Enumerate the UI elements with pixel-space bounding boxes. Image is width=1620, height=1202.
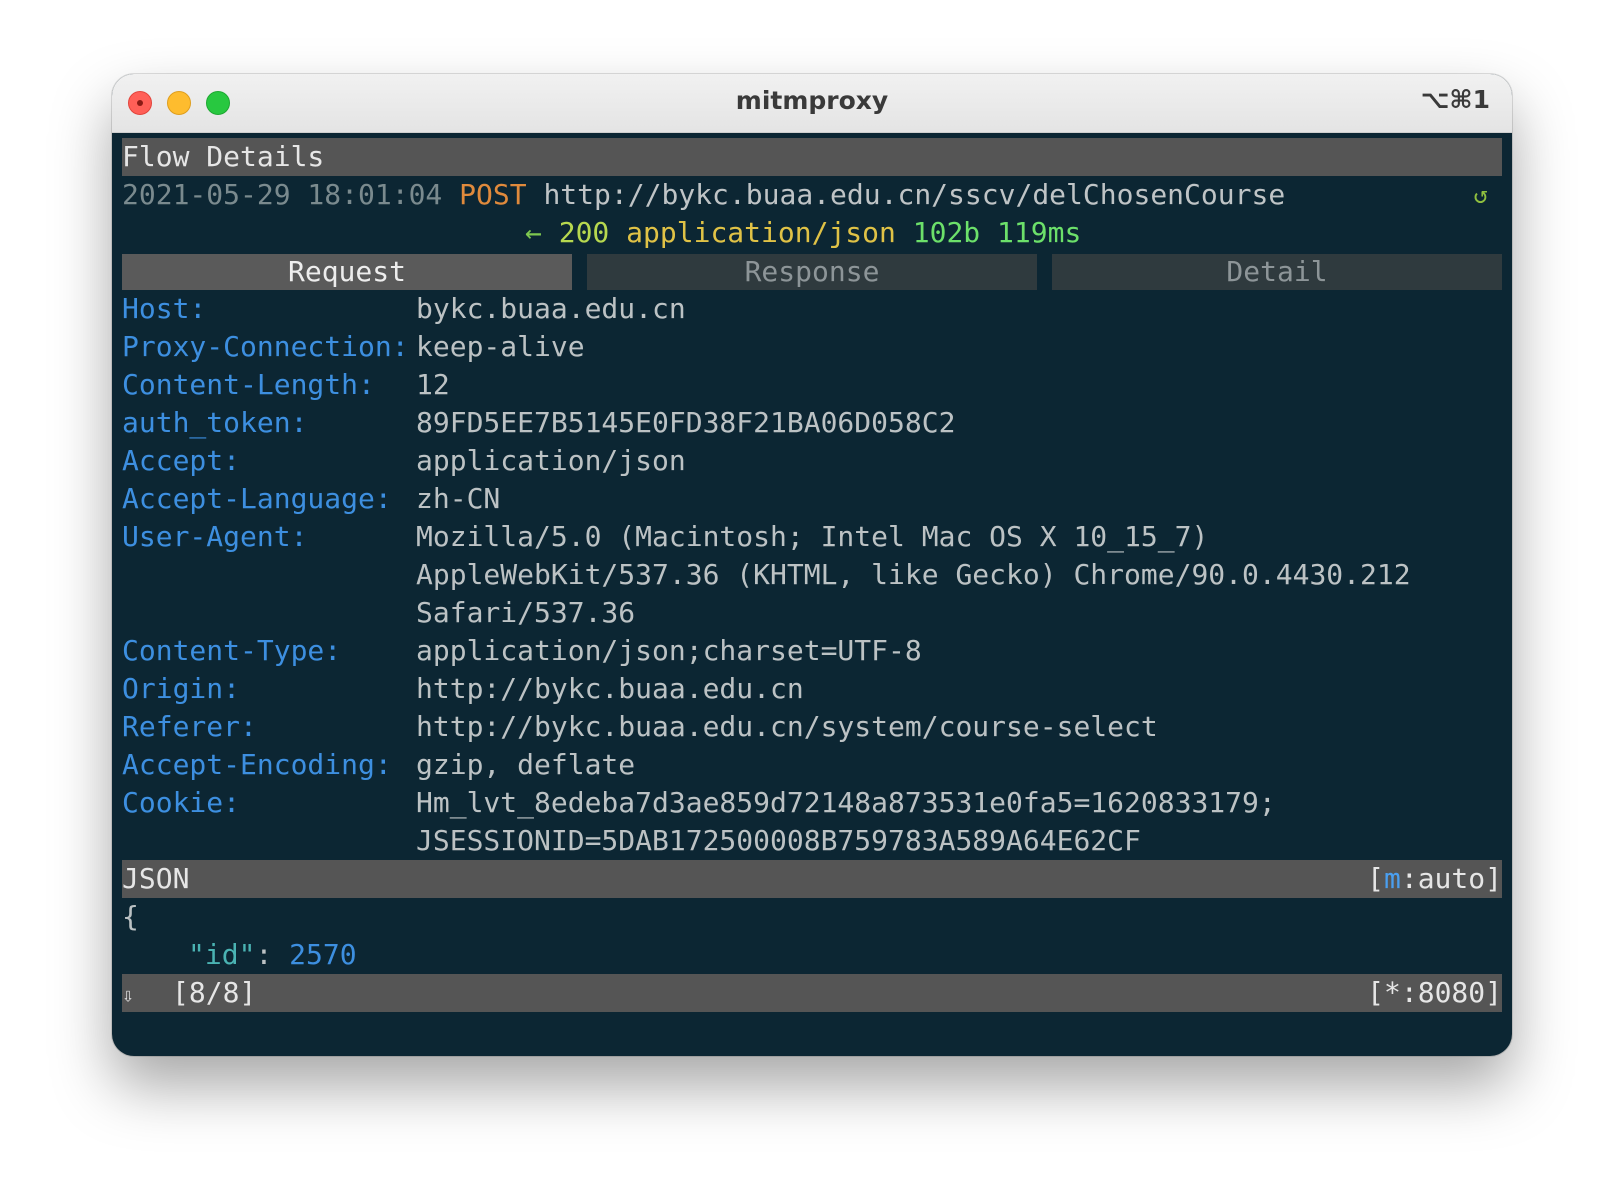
status-bar: ⇩ [8/8] [*:8080]	[122, 974, 1502, 1012]
header-value: application/json	[416, 444, 686, 477]
header-row: Cookie: Hm_lvt_8edeba7d3ae859d72148a87353…	[122, 784, 1502, 822]
header-name: Origin:	[122, 672, 241, 705]
scroll-down-icon: ⇩	[122, 983, 135, 1007]
header-name: Cookie:	[122, 786, 241, 819]
tab-bar: Request Response Detail	[122, 252, 1502, 290]
header-value: Safari/537.36	[416, 596, 636, 629]
tab-detail[interactable]: Detail	[1052, 254, 1502, 290]
header-row: Content-Length: 12	[122, 366, 1502, 404]
window-shortcut: ⌥⌘1	[1420, 85, 1490, 114]
json-line-id: "id": 2570	[122, 936, 1502, 974]
response-size: 102b	[912, 216, 981, 249]
header-name: Accept-Language:	[122, 482, 392, 515]
json-value: 2570	[289, 938, 357, 971]
tab-response[interactable]: Response	[587, 254, 1037, 290]
flow-details-header: Flow Details	[122, 138, 1502, 176]
header-row: Content-Type: application/json;charset=UT…	[122, 632, 1502, 670]
json-line-open: {	[122, 898, 1502, 936]
header-name: Accept:	[122, 444, 241, 477]
replay-icon: ↺	[1473, 181, 1488, 209]
header-row: JSESSIONID=5DAB172500008B759783A589A64E6…	[122, 822, 1502, 860]
tab-request[interactable]: Request	[122, 254, 572, 290]
header-value: 12	[416, 368, 450, 401]
header-value: gzip, deflate	[416, 748, 636, 781]
scroll-position: [8/8]	[172, 976, 257, 1009]
header-value: bykc.buaa.edu.cn	[416, 292, 686, 325]
flow-details-title: Flow Details	[122, 140, 325, 173]
header-row: Proxy-Connection: keep-alive	[122, 328, 1502, 366]
terminal-content: Flow Details 2021-05-29 18:01:04 POST ht…	[122, 138, 1502, 1012]
body-view-label: JSON	[122, 862, 190, 895]
mode-bracket-open: [	[1367, 862, 1384, 895]
response-duration: 119ms	[997, 216, 1082, 249]
header-value: JSESSIONID=5DAB172500008B759783A589A64E6…	[416, 824, 1141, 857]
header-name: Referer:	[122, 710, 257, 743]
response-arrow-icon: ←	[525, 216, 542, 249]
header-value: application/json;charset=UTF-8	[416, 634, 922, 667]
header-row: Referer: http://bykc.buaa.edu.cn/system/c…	[122, 708, 1502, 746]
header-row: Origin: http://bykc.buaa.edu.cn	[122, 670, 1502, 708]
header-value: zh-CN	[416, 482, 501, 515]
header-row: Accept-Language: zh-CN	[122, 480, 1502, 518]
flow-url: http://bykc.buaa.edu.cn/sscv/delChosenCo…	[543, 178, 1286, 211]
header-row: Host: bykc.buaa.edu.cn	[122, 290, 1502, 328]
header-row: Accept: application/json	[122, 442, 1502, 480]
mode-key[interactable]: m	[1384, 862, 1401, 895]
json-key: "id"	[188, 938, 256, 971]
header-row: User-Agent: Mozilla/5.0 (Macintosh; Intel…	[122, 518, 1502, 556]
header-value: 89FD5EE7B5145E0FD38F21BA06D058C2	[416, 406, 956, 439]
header-value: http://bykc.buaa.edu.cn/system/course-se…	[416, 710, 1158, 743]
response-status-code: 200	[558, 216, 610, 249]
request-headers: Host: bykc.buaa.edu.cn Proxy-Connection: ke…	[122, 290, 1502, 860]
json-separator: :	[255, 938, 290, 971]
header-name: Content-Length:	[122, 368, 375, 401]
json-open-brace: {	[122, 900, 139, 933]
header-name: Accept-Encoding:	[122, 748, 392, 781]
header-value: keep-alive	[416, 330, 585, 363]
header-value: http://bykc.buaa.edu.cn	[416, 672, 804, 705]
header-row: AppleWebKit/537.36 (KHTML, like Gecko) C…	[122, 556, 1502, 594]
flow-timestamp: 2021-05-29 18:01:04	[122, 178, 443, 211]
flow-request-line: 2021-05-29 18:01:04 POST http://bykc.bua…	[122, 176, 1502, 214]
header-value: Hm_lvt_8edeba7d3ae859d72148a873531e0fa5=…	[416, 786, 1276, 819]
title-bar[interactable]: mitmproxy ⌥⌘1	[112, 74, 1512, 133]
flow-response-line: ← 200 application/json 102b 119ms	[122, 214, 1502, 252]
header-value: Mozilla/5.0 (Macintosh; Intel Mac OS X 1…	[416, 520, 1209, 553]
mode-value: :auto]	[1400, 862, 1502, 895]
response-content-type: application/json	[626, 216, 896, 249]
flow-method: POST	[459, 178, 527, 211]
header-row: Accept-Encoding: gzip, deflate	[122, 746, 1502, 784]
header-row: Safari/537.36	[122, 594, 1502, 632]
listen-address: [*:8080]	[1367, 976, 1502, 1009]
header-value: AppleWebKit/537.36 (KHTML, like Gecko) C…	[416, 558, 1411, 591]
header-name: auth_token:	[122, 406, 308, 439]
header-name: Proxy-Connection:	[122, 330, 409, 363]
header-name: Host:	[122, 292, 207, 325]
body-view-bar: JSON [m:auto]	[122, 860, 1502, 898]
header-row: auth_token: 89FD5EE7B5145E0FD38F21BA06D05…	[122, 404, 1502, 442]
window-title: mitmproxy	[735, 86, 889, 115]
header-name: Content-Type:	[122, 634, 342, 667]
terminal-window: mitmproxy ⌥⌘1 Flow Details 2021-05-29 18…	[112, 74, 1512, 1056]
header-name: User-Agent:	[122, 520, 308, 553]
